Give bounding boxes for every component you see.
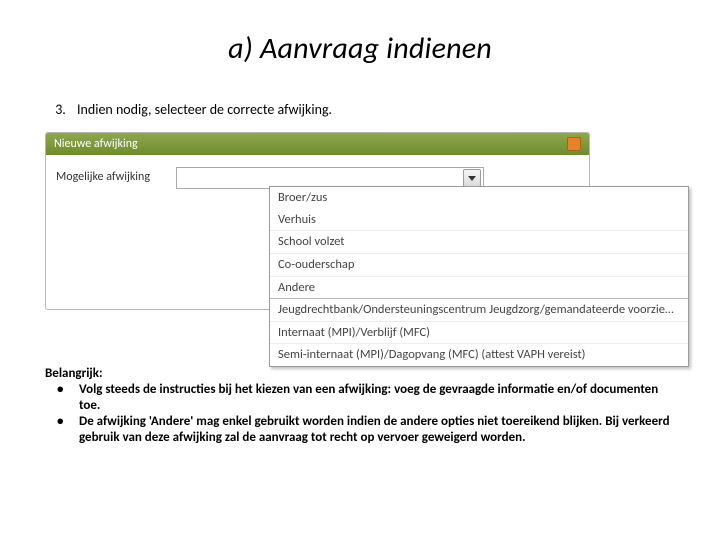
footnote-1: Volg steeds de instructies bij het kieze…	[75, 382, 675, 413]
option-verhuis[interactable]: Verhuis	[270, 209, 688, 231]
field-label-mogelijke-afwijking: Mogelijke afwijking	[56, 167, 150, 184]
footnote-2: De afwijking 'Andere' mag enkel gebruikt…	[75, 414, 675, 445]
step-list: Indien nodig, selecteer de correcte afwi…	[45, 101, 675, 118]
page-title: a) Aanvraag indienen	[45, 30, 675, 67]
option-co-ouderschap[interactable]: Co-ouderschap	[270, 253, 688, 276]
panel-header: Nieuwe afwijking	[46, 133, 589, 155]
dropdown-mogelijke-afwijking: Broer/zus Verhuis School volzet Co-ouder…	[269, 186, 689, 367]
option-school-volzet[interactable]: School volzet	[270, 230, 688, 253]
step-3: Indien nodig, selecteer de correcte afwi…	[69, 101, 675, 118]
footnotes: Belangrijk: Volg steeds de instructies b…	[45, 366, 675, 445]
option-andere[interactable]: Andere	[270, 276, 688, 299]
option-broer-zus[interactable]: Broer/zus	[270, 187, 688, 209]
screenshot: Nieuwe afwijking Mogelijke afwijking Bro…	[45, 132, 675, 342]
option-jeugdrechtbank[interactable]: Jeugdrechtbank/Ondersteuningscentrum Jeu…	[270, 298, 688, 321]
option-internaat-mpi[interactable]: Internaat (MPI)/Verblijf (MFC)	[270, 321, 688, 344]
footnotes-heading: Belangrijk:	[45, 366, 675, 381]
chevron-down-icon[interactable]	[463, 169, 481, 187]
option-semi-internaat[interactable]: Semi-internaat (MPI)/Dagopvang (MFC) (at…	[270, 343, 688, 366]
panel-title: Nieuwe afwijking	[54, 133, 138, 155]
close-icon[interactable]	[567, 137, 581, 151]
